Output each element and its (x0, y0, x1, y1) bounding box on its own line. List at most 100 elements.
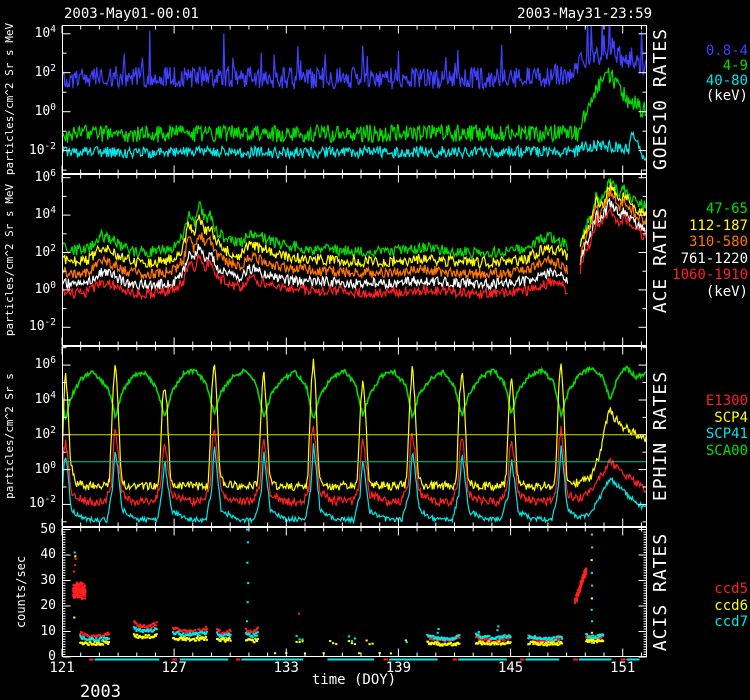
y-tick-label: 50 (0, 521, 56, 539)
acis-point (497, 643, 499, 645)
legend-item: ccd6 (714, 598, 748, 615)
acis-point (79, 587, 81, 589)
acis-point (74, 586, 76, 588)
acis-point (153, 622, 155, 624)
acis-point (591, 585, 593, 587)
acis-point (216, 631, 218, 633)
acis-point (84, 590, 86, 592)
legend-item: ccd5 (714, 581, 748, 598)
acis-point (390, 652, 392, 654)
x-tick-label: 127 (144, 660, 204, 676)
y-tick-label: 100 (0, 281, 56, 299)
acis-point (257, 638, 259, 640)
acis-point (478, 631, 480, 633)
acis-point (247, 630, 249, 632)
plot-canvas (0, 0, 750, 700)
acis-point (591, 620, 593, 622)
acis-point (591, 572, 593, 574)
acis-point (458, 637, 460, 639)
y-tick-label: 106 (0, 169, 56, 187)
acis-point (193, 638, 195, 640)
acis-point (581, 581, 583, 583)
acis-point (351, 640, 353, 642)
acis-point (591, 534, 593, 536)
acis-point (274, 652, 276, 654)
acis-point (108, 641, 110, 643)
acis-point (80, 582, 82, 584)
y-tick-label: 10 (0, 623, 56, 641)
acis-point (246, 620, 248, 622)
acis-point (135, 622, 137, 624)
y-tick-label: 106 (0, 356, 56, 374)
y-tick-label: 10-2 (0, 142, 56, 160)
acis-point (156, 621, 158, 623)
legend-item: 47-65 (672, 201, 748, 218)
acis-point (479, 640, 481, 642)
legend-item: (keV) (706, 89, 748, 104)
acis-point (301, 640, 303, 642)
acis-point (81, 593, 83, 595)
acis-point (253, 641, 255, 643)
acis-point (555, 639, 557, 641)
acis-point (329, 640, 331, 642)
acis-point (95, 637, 97, 639)
radzone-indicator (327, 659, 374, 661)
goes10-data (62, 9, 647, 160)
acis-point (108, 638, 110, 640)
acis-point (504, 634, 506, 636)
acis-point (602, 640, 604, 642)
acis-point (75, 584, 77, 586)
acis-point (145, 634, 147, 636)
start-date-label: 2003-May01-00:01 (64, 6, 199, 22)
acis-point (561, 643, 563, 645)
ephin-axes (62, 347, 647, 527)
acis-point (575, 597, 577, 599)
x-tick-label: 151 (593, 660, 653, 676)
acis-point (219, 629, 221, 631)
legend-item: (keV) (672, 284, 748, 301)
acis-point (301, 639, 303, 641)
acis-point (81, 632, 83, 634)
acis-point (592, 635, 594, 637)
end-date-label: 2003-May31-23:59 (517, 6, 652, 22)
legend-item: 112-187 (672, 218, 748, 235)
acis-point (102, 644, 104, 646)
y-tick-label: 30 (0, 572, 56, 590)
acis-point (246, 562, 248, 564)
acis-point (139, 628, 141, 630)
x-tick-label: 145 (481, 660, 541, 676)
acis-point (450, 642, 452, 644)
acis-point (488, 635, 490, 637)
y-tick-label: 20 (0, 597, 56, 615)
acis-point (591, 559, 593, 561)
y-tick-label: 40 (0, 546, 56, 564)
ephin-data (62, 359, 647, 523)
acis-point (561, 638, 563, 640)
acis-point (602, 634, 604, 636)
acis-point (156, 628, 158, 630)
acis-point (82, 587, 84, 589)
acis-point (245, 628, 247, 630)
acis-point (197, 636, 199, 638)
acis-point (172, 631, 174, 633)
acis-point (437, 632, 439, 634)
acis-point (591, 632, 593, 634)
acis-point (74, 555, 76, 557)
acis-point (73, 595, 75, 597)
legend-item: SCP41 (706, 426, 748, 443)
acis-point (247, 601, 249, 603)
year-label: 2003 (80, 682, 121, 700)
acis-point (372, 643, 374, 645)
y-tick-label: 10-2 (0, 318, 56, 336)
acis-point (74, 595, 76, 597)
radiation-summary-plot: 2003-May01-00:01 2003-May31-23:59 partic… (0, 0, 750, 700)
acis-point (504, 640, 506, 642)
acis-point (256, 640, 258, 642)
acis-point (455, 644, 457, 646)
acis-point (502, 637, 504, 639)
acis-point (358, 652, 360, 654)
acis-point (509, 641, 511, 643)
acis-point (591, 609, 593, 611)
acis-point (458, 643, 460, 645)
acis-point (177, 631, 179, 633)
